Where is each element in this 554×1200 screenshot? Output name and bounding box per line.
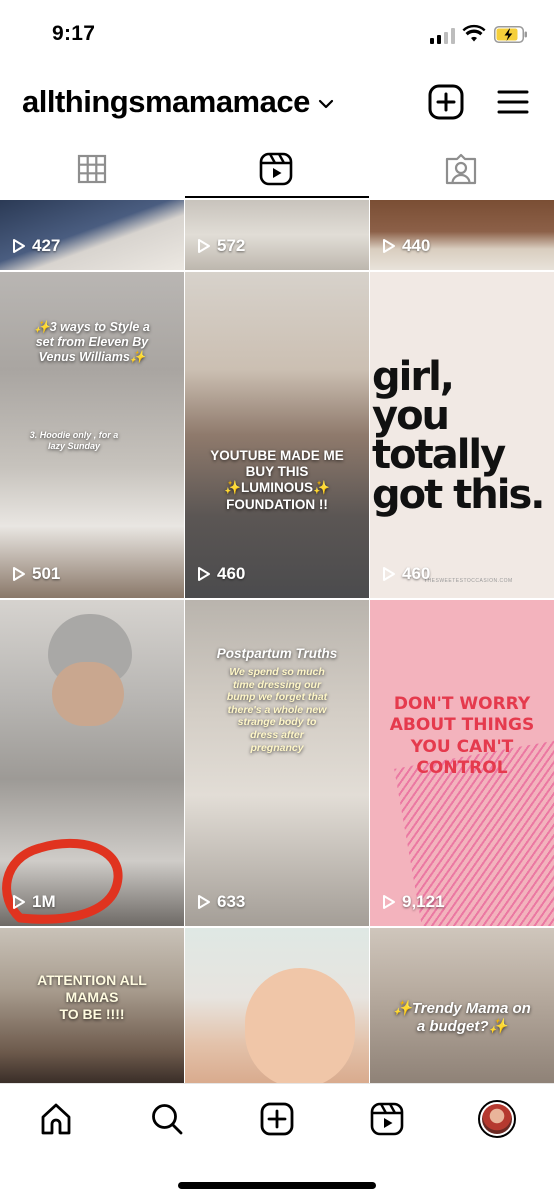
reel-caption-title: Postpartum Truths	[216, 646, 338, 661]
reel-caption: We spend so much time dressing our bump …	[226, 666, 328, 754]
reel-tile[interactable]: girl, you totally got this. THESWEETESTO…	[370, 272, 554, 598]
wifi-icon	[462, 24, 486, 42]
home-indicator	[178, 1182, 376, 1189]
reel-caption: girl, you totally got this.	[372, 354, 545, 518]
play-icon	[383, 895, 395, 909]
nav-home[interactable]	[37, 1100, 75, 1138]
view-count: 572	[197, 236, 245, 256]
profile-tabs	[0, 146, 554, 200]
tab-grid[interactable]	[75, 152, 109, 186]
avatar	[478, 1100, 516, 1138]
view-count: 501	[12, 564, 60, 584]
reel-caption: YOUTUBE MADE ME BUY THIS ✨LUMINOUS✨ FOUN…	[210, 448, 344, 512]
chevron-down-icon	[318, 99, 333, 109]
reel-caption: ✨3 ways to Style a set from Eleven By Ve…	[34, 320, 150, 364]
nav-reels[interactable]	[368, 1100, 406, 1138]
play-icon	[13, 239, 25, 253]
menu-button[interactable]	[496, 88, 530, 116]
view-count: 440	[382, 236, 430, 256]
battery-charging-icon	[494, 26, 527, 43]
reel-tile[interactable]: 1M	[0, 600, 184, 926]
baby-face-shape	[52, 662, 124, 726]
view-count: 460	[197, 564, 245, 584]
view-count: 9,121	[382, 892, 445, 912]
reel-tile[interactable]: YOUTUBE MADE ME BUY THIS ✨LUMINOUS✨ FOUN…	[185, 272, 369, 598]
bottom-nav	[0, 1083, 554, 1200]
play-icon	[198, 895, 210, 909]
account-switcher[interactable]: allthingsmamamace	[22, 84, 334, 120]
play-icon	[383, 567, 395, 581]
reel-tile[interactable]	[185, 928, 369, 1083]
tab-tagged[interactable]	[444, 152, 478, 186]
watermark-text: THESWEETESTOCCASION.COM	[424, 578, 513, 584]
view-count: 427	[12, 236, 60, 256]
reel-tile[interactable]: ✨3 ways to Style a set from Eleven By Ve…	[0, 272, 184, 598]
baby-face-shape	[245, 968, 355, 1083]
status-time: 9:17	[52, 22, 96, 45]
search-icon	[152, 1104, 183, 1135]
play-icon	[198, 239, 210, 253]
view-count: 1M	[12, 892, 56, 912]
view-count: 633	[197, 892, 245, 912]
tagged-icon	[445, 153, 477, 185]
reels-icon	[259, 152, 293, 186]
play-icon	[13, 567, 25, 581]
username: allthingsmamamace	[22, 84, 310, 119]
reel-tile[interactable]: 440	[370, 200, 554, 270]
reel-tile[interactable]: 572	[185, 200, 369, 270]
reels-icon	[370, 1102, 404, 1136]
reel-caption: DON'T WORRY ABOUT THINGS YOU CAN'T CONTR…	[389, 694, 535, 778]
play-icon	[198, 567, 210, 581]
nav-create[interactable]	[258, 1100, 296, 1138]
home-icon	[41, 1103, 71, 1135]
tab-reels[interactable]	[259, 152, 293, 186]
reel-tile[interactable]: DON'T WORRY ABOUT THINGS YOU CAN'T CONTR…	[370, 600, 554, 926]
cellular-signal-icon	[430, 28, 456, 44]
nav-profile[interactable]	[478, 1100, 516, 1138]
grid-icon	[77, 154, 107, 184]
play-icon	[13, 895, 25, 909]
reel-subcaption: 3. Hoodie only , for a lazy Sunday	[29, 430, 119, 451]
nav-search[interactable]	[148, 1100, 186, 1138]
reel-caption: ✨Trendy Mama on a budget?✨	[393, 1000, 531, 1035]
view-count: 460	[382, 564, 430, 584]
status-bar: 9:17	[0, 0, 554, 70]
profile-header: allthingsmamamace	[0, 78, 554, 134]
reels-grid: 427 572 440 ✨3 ways to Style a set from …	[0, 200, 554, 1083]
active-tab-indicator	[185, 196, 369, 198]
new-post-button[interactable]	[428, 84, 464, 120]
reel-caption: ATTENTION ALL MAMAS TO BE !!!!	[37, 972, 147, 1022]
reel-tile[interactable]: Postpartum Truths We spend so much time …	[185, 600, 369, 926]
reel-tile[interactable]: ATTENTION ALL MAMAS TO BE !!!!	[0, 928, 184, 1083]
reel-tile[interactable]: 427	[0, 200, 184, 270]
create-icon	[260, 1102, 294, 1136]
play-icon	[383, 239, 395, 253]
reel-tile[interactable]: ✨Trendy Mama on a budget?✨	[370, 928, 554, 1083]
